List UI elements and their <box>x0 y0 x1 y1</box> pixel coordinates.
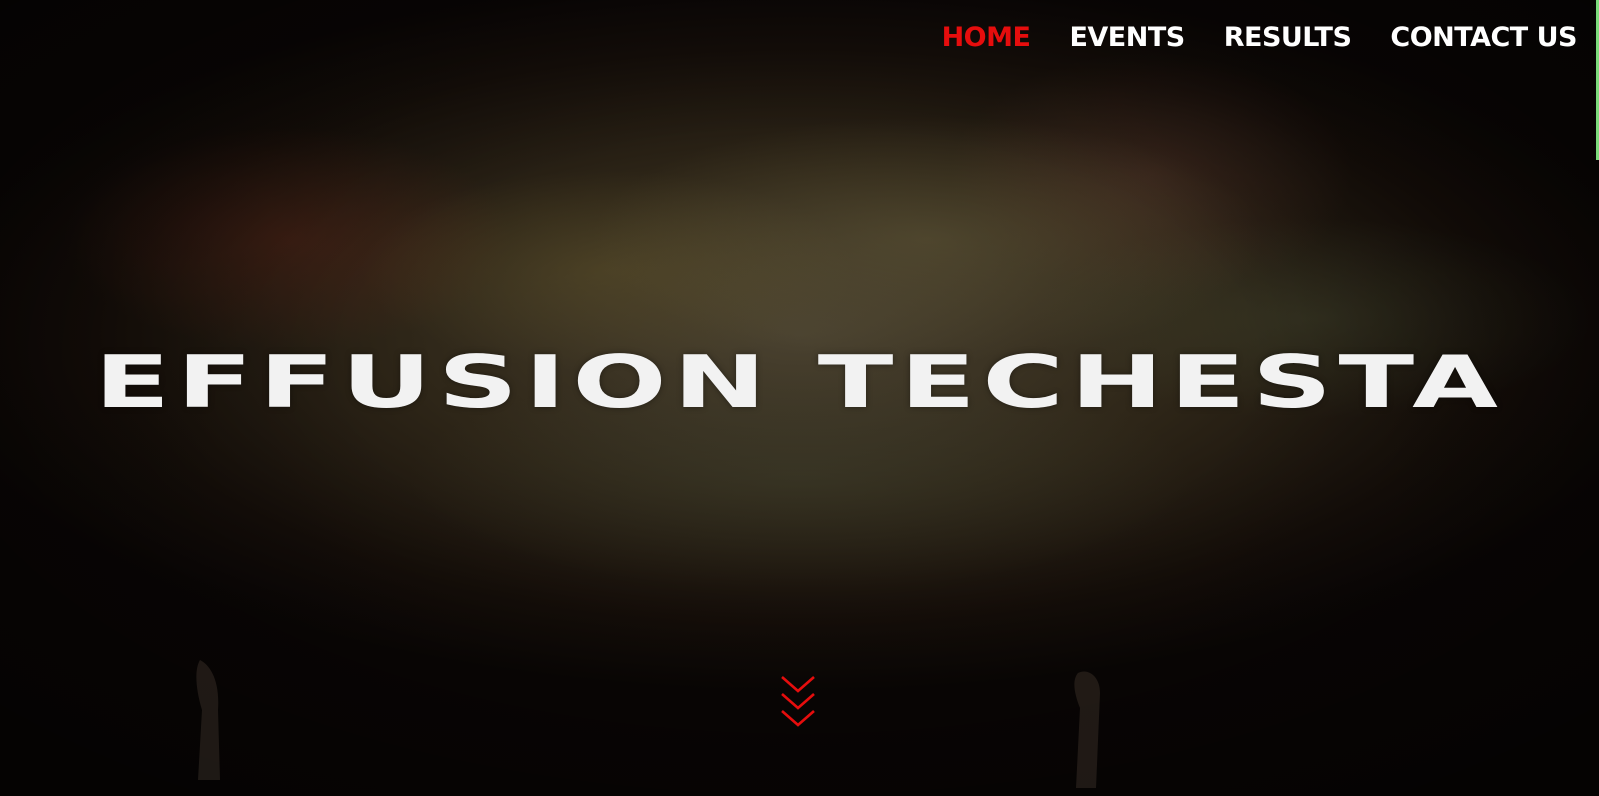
nav-events-link[interactable]: EVENTS <box>1069 20 1185 56</box>
triple-chevron-down-icon[interactable] <box>779 674 817 730</box>
nav-results-link[interactable]: RESULTS <box>1224 20 1352 56</box>
hero-title: EFFUSION TECHESTA <box>94 339 1505 425</box>
crowd-hand-left <box>190 660 230 785</box>
nav-contact-us-link[interactable]: CONTACT US <box>1390 20 1577 56</box>
hero-section: HOME EVENTS RESULTS CONTACT US EFFUSION … <box>0 0 1599 796</box>
nav-home-link[interactable]: HOME <box>942 20 1031 56</box>
main-nav: HOME EVENTS RESULTS CONTACT US <box>942 20 1578 56</box>
crowd-hand-right <box>1070 668 1110 793</box>
